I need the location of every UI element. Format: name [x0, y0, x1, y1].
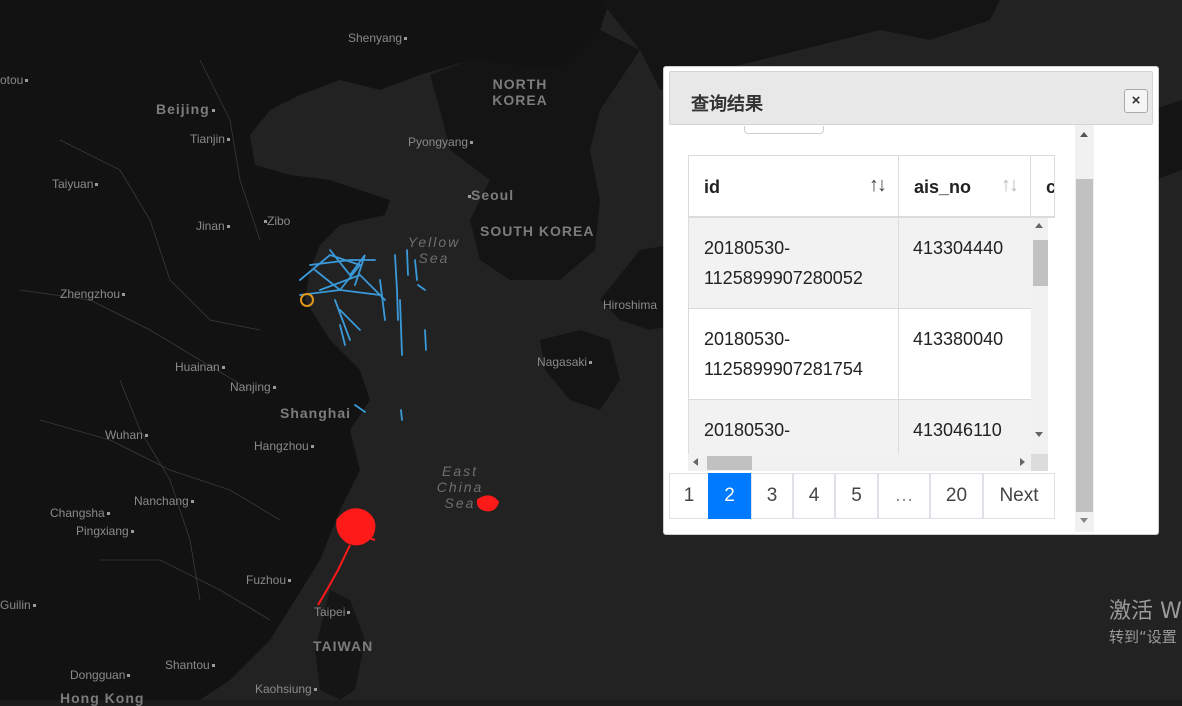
map-city-label: Pyongyang — [408, 135, 474, 149]
map-city-label: Pingxiang — [76, 524, 134, 538]
map-city-label: Wuhan — [105, 428, 148, 442]
page-link-4[interactable]: 4 — [793, 473, 835, 519]
page-link-3[interactable]: 3 — [751, 473, 793, 519]
dialog-scrollbar[interactable] — [1075, 125, 1094, 532]
map-city-label: Huainan — [175, 360, 225, 374]
table-vertical-scrollbar[interactable] — [1031, 218, 1048, 454]
next-page-button[interactable]: Next — [983, 473, 1055, 519]
map-city-label: Taipei — [314, 605, 351, 619]
scroll-right-icon[interactable] — [1020, 458, 1025, 466]
cell-id: 20180530- 1125899907280052 — [689, 218, 899, 308]
map-city-label: Shenyang — [348, 31, 408, 45]
scroll-up-icon[interactable] — [1035, 223, 1043, 228]
map-city-label: Hong Kong — [60, 690, 145, 706]
page-link-2-active[interactable]: 2 — [708, 473, 751, 519]
map-city-label: Kaohsiung — [255, 682, 317, 696]
scroll-thumb[interactable] — [1033, 240, 1048, 286]
scroll-thumb[interactable] — [707, 456, 752, 470]
page-size-select[interactable] — [744, 126, 824, 134]
map-city-label: Zhengzhou — [60, 287, 126, 301]
map-city-label: Hiroshima — [603, 298, 658, 312]
map-country-label: SOUTH KOREA — [480, 223, 595, 239]
query-results-dialog: 查询结果 × id ↑↓ ais_no ↑↓ c 20180530-112589… — [663, 66, 1159, 535]
map-city-label: Tianjin — [190, 132, 230, 146]
cell-id: 20180530- — [689, 400, 899, 454]
page-link-5[interactable]: 5 — [835, 473, 878, 519]
cell-ais-no: 413304440 — [899, 218, 1031, 308]
table-row[interactable]: 20180530- 1125899907280052 413304440 — [689, 218, 1031, 309]
dialog-header[interactable]: 查询结果 × — [669, 71, 1153, 125]
scrollbar-corner — [1031, 454, 1048, 471]
map-city-label: Nanjing — [230, 380, 276, 394]
column-header-ais-no[interactable]: ais_no ↑↓ — [899, 156, 1031, 216]
scroll-down-icon[interactable] — [1080, 518, 1088, 523]
dialog-title: 查询结果 — [691, 94, 763, 114]
close-button[interactable]: × — [1124, 89, 1148, 113]
scroll-down-icon[interactable] — [1035, 432, 1043, 437]
map-city-label: Jinan — [196, 219, 230, 233]
map-city-label: Seoul — [466, 187, 514, 203]
map-city-label: Hangzhou — [254, 439, 314, 453]
map-city-label: Zibo — [262, 214, 290, 228]
page-link-1[interactable]: 1 — [669, 473, 709, 519]
table-body: 20180530- 1125899907280052 413304440 2018… — [688, 218, 1031, 454]
map-city-label: Taiyuan — [52, 177, 99, 191]
close-icon: × — [1131, 92, 1141, 109]
map-sea-label: Yellow Sea — [407, 234, 461, 266]
map-city-label: Fuzhou — [246, 573, 292, 587]
scroll-up-icon[interactable] — [1080, 132, 1088, 137]
sort-icon[interactable]: ↑↓ — [1001, 174, 1019, 197]
table-row[interactable]: 20180530- 1125899907281754 413380040 — [689, 309, 1031, 400]
map-city-label: Guilin — [0, 598, 36, 612]
sort-icon[interactable]: ↑↓ — [869, 174, 887, 197]
map-city-label: Nagasaki — [537, 355, 593, 369]
map-city-label: Shantou — [165, 658, 215, 672]
windows-activation-watermark: 激活 W 转到“设置 — [1109, 599, 1182, 646]
cell-ais-no: 413046110 — [899, 400, 1031, 454]
map-city-label: Dongguan — [70, 668, 131, 682]
map-sea-label: East China Sea — [436, 463, 484, 511]
scroll-thumb[interactable] — [1076, 179, 1093, 512]
dialog-body: id ↑↓ ais_no ↑↓ c 20180530-1125899907280… — [669, 126, 1094, 534]
column-header-truncated[interactable]: c — [1031, 156, 1054, 216]
map-city-label: Changsha — [50, 506, 110, 520]
map-country-label: NORTH KOREA — [492, 76, 548, 108]
table-header: id ↑↓ ais_no ↑↓ c — [688, 155, 1055, 218]
page-ellipsis: … — [878, 473, 930, 519]
table-horizontal-scrollbar[interactable] — [688, 454, 1031, 471]
cell-ais-no: 413380040 — [899, 309, 1031, 399]
map-country-label: TAIWAN — [313, 638, 374, 654]
map-city-label: Nanchang — [134, 494, 194, 508]
map-city-label: otou — [0, 73, 29, 87]
cell-id: 20180530- 1125899907281754 — [689, 309, 899, 399]
map-city-label: Beijing — [156, 101, 215, 117]
scroll-left-icon[interactable] — [693, 458, 698, 466]
table-row[interactable]: 20180530- 413046110 — [689, 400, 1031, 454]
page-link-20[interactable]: 20 — [930, 473, 983, 519]
map-city-label: Shanghai — [280, 405, 352, 421]
column-header-id[interactable]: id ↑↓ — [689, 156, 899, 216]
